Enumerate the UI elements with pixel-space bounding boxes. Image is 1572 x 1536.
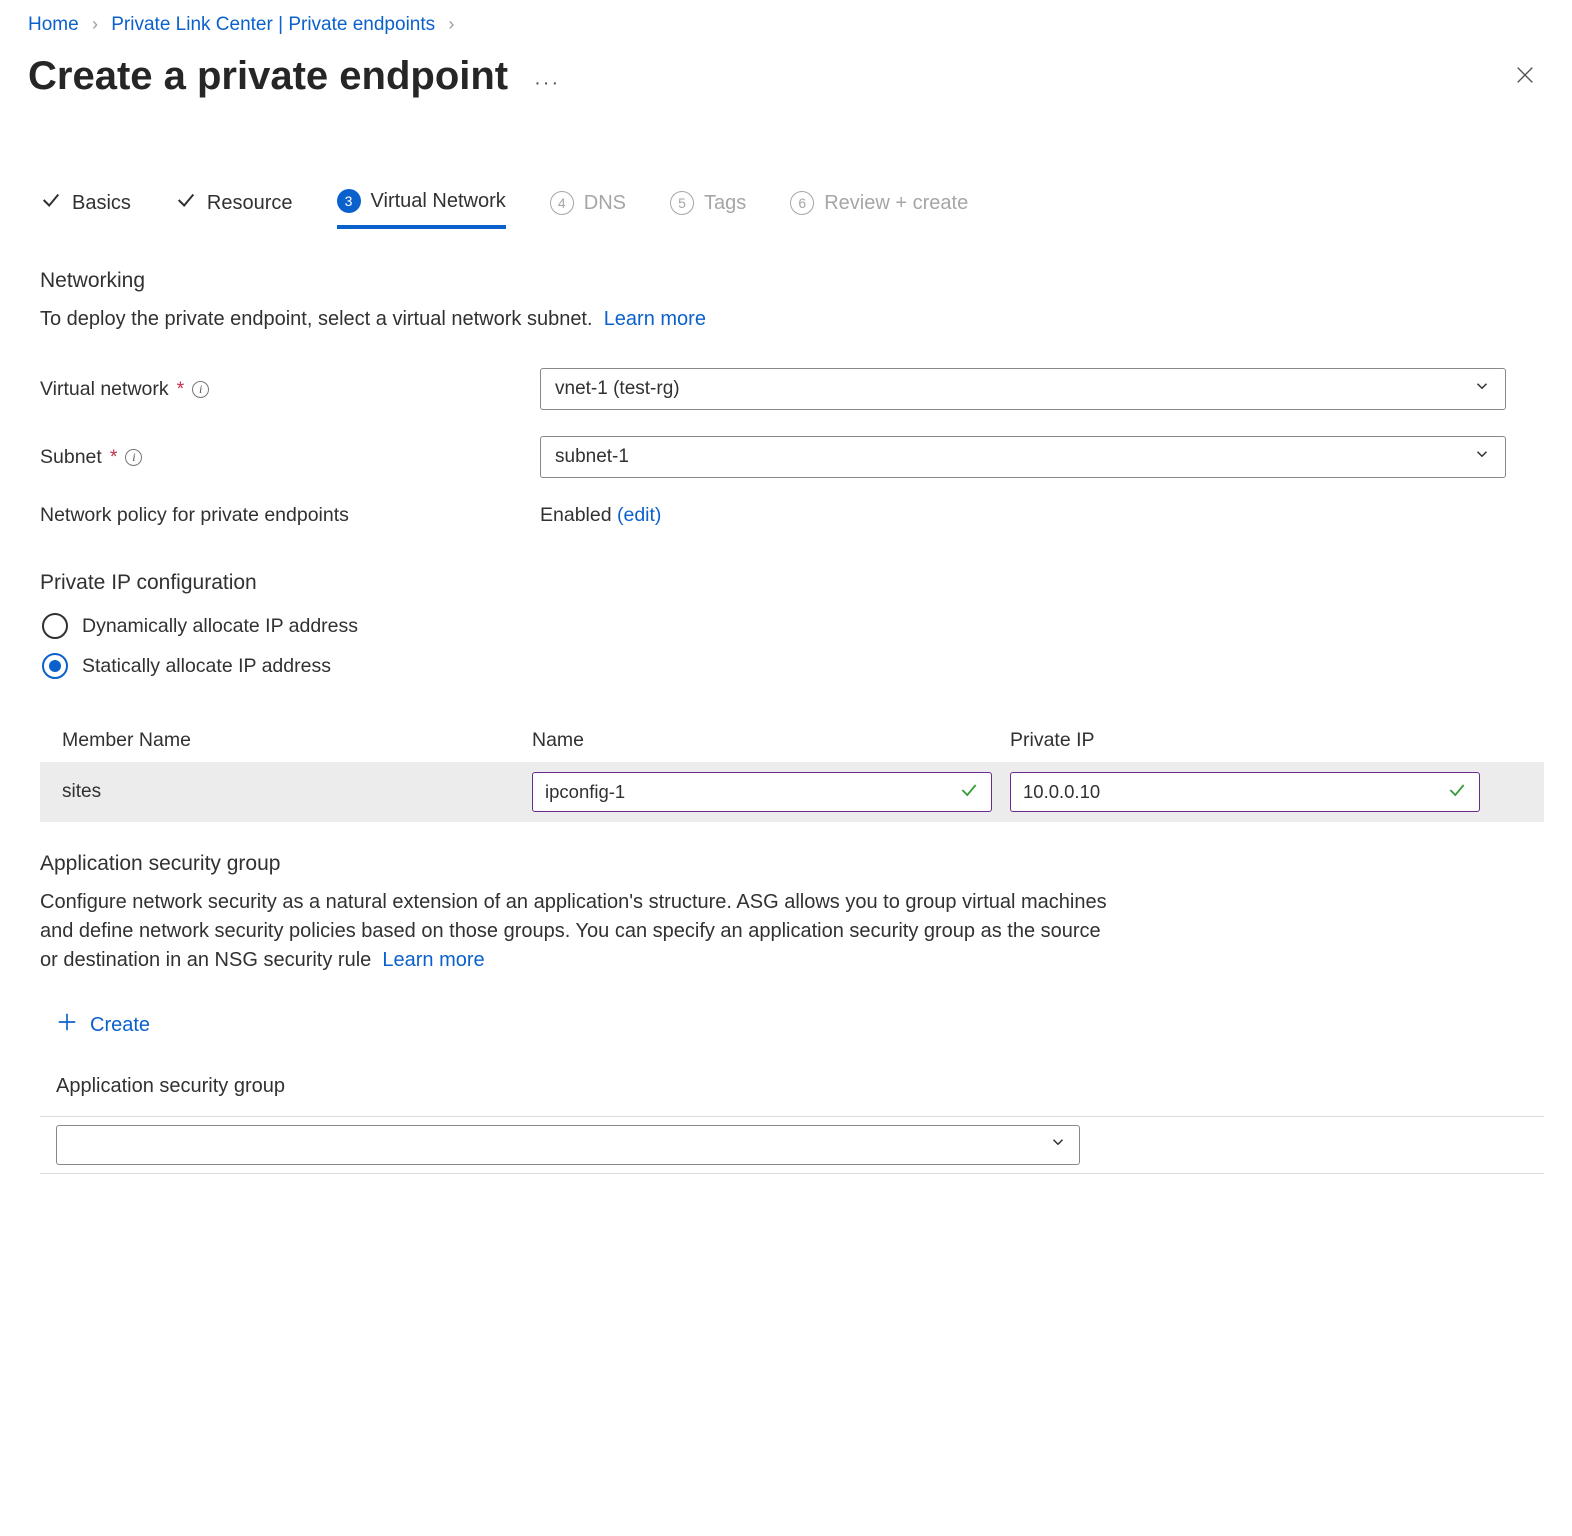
tab-label: Tags [704,192,746,215]
radio-label: Dynamically allocate IP address [82,615,358,638]
page-title: Create a private endpoint [28,54,508,99]
chevron-right-icon: › [448,14,454,34]
check-icon [959,780,979,805]
info-icon[interactable]: i [125,449,142,466]
input-value: ipconfig-1 [545,781,625,803]
learn-more-link[interactable]: Learn more [382,949,484,971]
chevron-down-icon [1049,1133,1067,1157]
networking-description: To deploy the private endpoint, select a… [40,305,1120,334]
asg-select[interactable] [56,1125,1080,1165]
required-indicator: * [110,446,118,469]
asg-heading: Application security group [40,852,1544,876]
tab-label: Basics [72,192,131,215]
required-indicator: * [177,378,185,401]
virtual-network-label: Virtual network [40,378,169,401]
create-asg-button[interactable]: Create [56,1011,150,1039]
radio-dynamic-ip[interactable]: Dynamically allocate IP address [40,613,1544,639]
input-value: 10.0.0.10 [1023,781,1100,803]
wizard-tabs: Basics Resource 3 Virtual Network 4 DNS … [28,189,1544,229]
column-member-name: Member Name [62,729,532,752]
column-name: Name [532,729,1010,752]
create-button-label: Create [90,1014,150,1037]
radio-icon [42,613,68,639]
radio-static-ip[interactable]: Statically allocate IP address [40,653,1544,679]
ip-config-heading: Private IP configuration [40,571,1544,595]
check-icon [40,189,62,217]
tab-label: Review + create [824,192,968,215]
edit-policy-link[interactable]: (edit) [617,504,661,526]
tab-label: Resource [207,192,293,215]
ip-table-row: sites ipconfig-1 10.0.0.10 [40,762,1544,822]
member-name-value: sites [62,781,532,803]
tab-dns[interactable]: 4 DNS [550,189,626,229]
step-number-badge: 4 [550,191,574,215]
tab-tags[interactable]: 5 Tags [670,189,746,229]
more-actions-button[interactable]: ··· [534,70,560,95]
networking-heading: Networking [40,269,1544,293]
step-number-badge: 5 [670,191,694,215]
tab-resource[interactable]: Resource [175,189,293,229]
private-ip-input[interactable]: 10.0.0.10 [1010,772,1480,812]
tab-label: Virtual Network [371,190,506,213]
check-icon [175,189,197,217]
info-icon[interactable]: i [192,381,209,398]
networking-desc-text: To deploy the private endpoint, select a… [40,308,593,330]
network-policy-label: Network policy for private endpoints [40,504,349,527]
subnet-label: Subnet [40,446,102,469]
close-button[interactable] [1514,61,1544,93]
radio-icon [42,653,68,679]
asg-description: Configure network security as a natural … [40,888,1120,975]
check-icon [1447,780,1467,805]
learn-more-link[interactable]: Learn more [604,308,706,330]
chevron-right-icon: › [92,14,98,34]
plus-icon [56,1011,78,1039]
tab-basics[interactable]: Basics [40,189,131,229]
virtual-network-select[interactable]: vnet-1 (test-rg) [540,368,1506,410]
radio-label: Statically allocate IP address [82,655,331,678]
asg-desc-text: Configure network security as a natural … [40,891,1107,971]
step-number-badge: 3 [337,189,361,213]
breadcrumb-private-link-center[interactable]: Private Link Center | Private endpoints [111,14,435,35]
select-value: subnet-1 [555,446,629,468]
breadcrumb-home[interactable]: Home [28,14,79,35]
chevron-down-icon [1473,377,1491,401]
column-private-ip: Private IP [1010,729,1528,752]
network-policy-value: Enabled [540,504,612,526]
subnet-select[interactable]: subnet-1 [540,436,1506,478]
chevron-down-icon [1473,445,1491,469]
tab-label: DNS [584,192,626,215]
breadcrumb: Home › Private Link Center | Private end… [28,14,1544,36]
select-value: vnet-1 (test-rg) [555,378,680,400]
tab-virtual-network[interactable]: 3 Virtual Network [337,189,506,229]
ipconfig-name-input[interactable]: ipconfig-1 [532,772,992,812]
tab-review-create[interactable]: 6 Review + create [790,189,968,229]
asg-field-label: Application security group [56,1075,1544,1098]
step-number-badge: 6 [790,191,814,215]
